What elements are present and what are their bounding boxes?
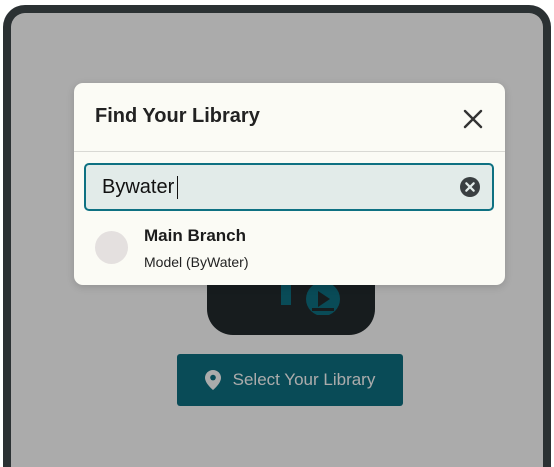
modal-title: Find Your Library — [95, 105, 260, 127]
clear-search-button[interactable] — [460, 177, 480, 197]
device-frame: Select Your Library Find Your Library By… — [3, 5, 551, 467]
modal-header: Find Your Library — [74, 83, 505, 152]
find-library-modal: Find Your Library Bywater Main Branch Mo… — [74, 83, 505, 285]
close-button[interactable] — [461, 107, 485, 131]
search-input[interactable] — [102, 165, 452, 209]
app-screen: Select Your Library Find Your Library By… — [11, 13, 543, 467]
result-subtitle: Model (ByWater) — [144, 254, 249, 270]
clear-circle-icon — [460, 177, 480, 197]
search-field — [84, 163, 494, 211]
library-avatar — [95, 231, 128, 264]
result-name: Main Branch — [144, 226, 247, 245]
result-item-main-branch[interactable]: Main Branch Model (ByWater) — [74, 223, 505, 275]
close-icon — [463, 109, 483, 129]
text-caret — [177, 176, 178, 199]
